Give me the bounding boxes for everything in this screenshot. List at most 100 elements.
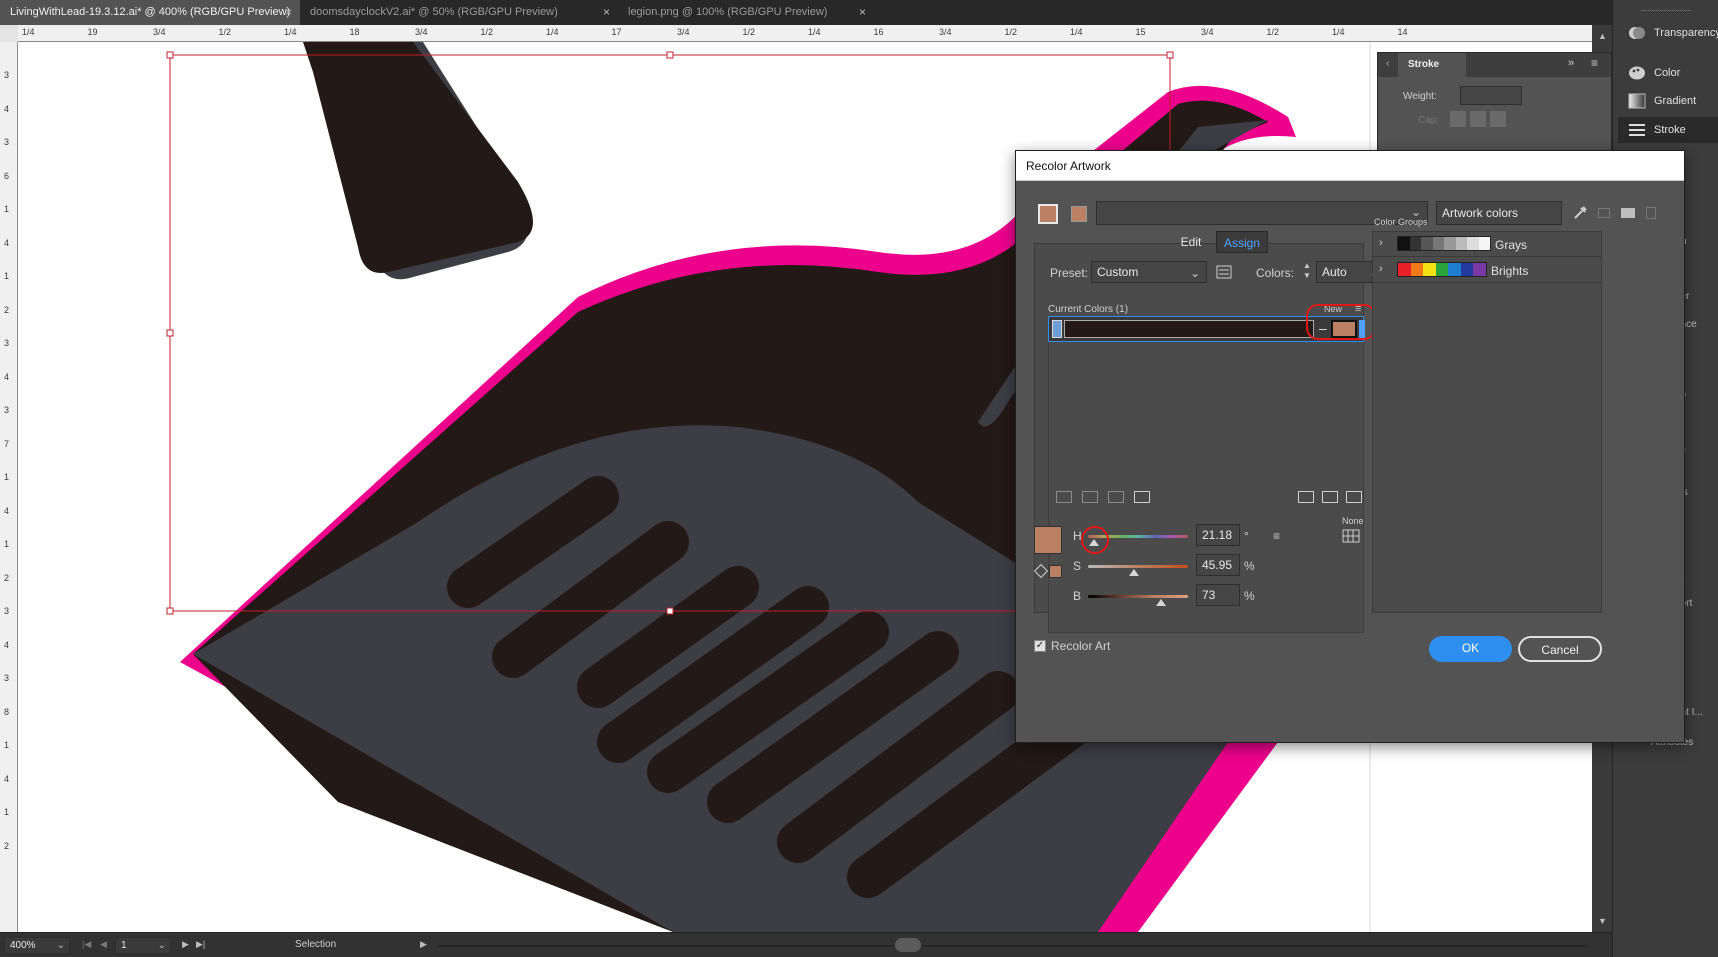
- last-artboard-icon[interactable]: ▶|: [196, 939, 205, 950]
- color-groups-panel: [1372, 231, 1602, 613]
- brightness-value-field[interactable]: 73: [1196, 584, 1240, 606]
- panel-menu-icon[interactable]: ≡: [1591, 56, 1598, 70]
- tab-stroke[interactable]: Stroke: [1398, 53, 1466, 77]
- scroll-up-icon[interactable]: ▲: [1598, 31, 1607, 41]
- artboard-number-field[interactable]: 1 ⌄: [115, 937, 171, 954]
- ok-button[interactable]: OK: [1429, 636, 1512, 662]
- round-cap-icon[interactable]: [1470, 111, 1486, 127]
- separate-colors-icon[interactable]: [1082, 491, 1098, 503]
- swatch[interactable]: [1435, 263, 1449, 276]
- swatch[interactable]: [1409, 237, 1421, 250]
- trash-icon[interactable]: [1646, 207, 1656, 219]
- color-group-row-brights[interactable]: › Brights: [1373, 259, 1601, 283]
- swatch[interactable]: [1398, 263, 1411, 276]
- horizontal-ruler[interactable]: 1/4 19 3/4 1/2 1/4 18 3/4 1/2 1/4 17 3/4 1/2 1/4 16 3/…: [18, 25, 1592, 42]
- horizontal-scroll-thumb[interactable]: [895, 938, 921, 952]
- tab-edit[interactable]: Edit: [1171, 231, 1211, 253]
- previous-artboard-icon[interactable]: ◀: [100, 939, 107, 950]
- saturation-slider-thumb[interactable]: [1129, 569, 1139, 576]
- save-group-icon[interactable]: [1598, 208, 1610, 218]
- dock-item-gradient[interactable]: Gradient: [1618, 88, 1718, 114]
- zoom-value: 400%: [10, 940, 36, 951]
- swatch[interactable]: [1421, 237, 1433, 250]
- find-color-icon[interactable]: [1346, 491, 1362, 503]
- next-artboard-icon[interactable]: ▶: [182, 939, 189, 950]
- brightness-slider-thumb[interactable]: [1156, 599, 1166, 606]
- artboard-number: 1: [121, 940, 127, 951]
- hue-value-field[interactable]: 21.18: [1196, 524, 1240, 546]
- ruler-tick-label: 1: [4, 740, 10, 750]
- merge-colors-icon[interactable]: [1056, 491, 1072, 503]
- swatch[interactable]: [1432, 237, 1444, 250]
- chevron-right-icon[interactable]: ›: [1379, 263, 1383, 275]
- none-label: None: [1342, 516, 1364, 526]
- group-name: Brights: [1491, 264, 1529, 278]
- tab-legion[interactable]: legion.png @ 100% (RGB/GPU Preview) ×: [618, 0, 874, 25]
- zoom-select[interactable]: 400% ⌄: [4, 937, 70, 954]
- brightness-slider[interactable]: [1088, 595, 1188, 598]
- ruler-tick-label: 18: [349, 27, 360, 37]
- color-group-row-grays[interactable]: › Grays: [1373, 233, 1601, 257]
- weight-field[interactable]: [1460, 86, 1522, 105]
- randomly-change-order-icon[interactable]: [1298, 491, 1314, 503]
- randomly-change-saturation-icon[interactable]: [1322, 491, 1338, 503]
- close-icon[interactable]: ×: [603, 0, 610, 25]
- panel-expand-icon[interactable]: »: [1568, 57, 1574, 69]
- recolor-art-checkbox[interactable]: ✓: [1034, 640, 1046, 652]
- cancel-button[interactable]: Cancel: [1518, 636, 1602, 662]
- new-row-icon[interactable]: [1134, 491, 1150, 503]
- ruler-tick-label: 4: [4, 773, 10, 784]
- hsb-options-icon[interactable]: ≡: [1273, 529, 1280, 543]
- butt-cap-icon[interactable]: [1450, 111, 1466, 127]
- current-color-swatch[interactable]: [1038, 204, 1058, 224]
- artwork-colors-field[interactable]: Artwork colors: [1436, 201, 1562, 225]
- dock-item-color[interactable]: Color: [1618, 60, 1718, 86]
- status-menu-icon[interactable]: ▶: [420, 939, 427, 950]
- chevron-right-icon[interactable]: ›: [1379, 237, 1383, 249]
- swatch[interactable]: [1467, 237, 1479, 250]
- first-artboard-icon[interactable]: |◀: [82, 939, 91, 950]
- scroll-down-icon[interactable]: ▼: [1598, 916, 1607, 926]
- horizontal-scrollbar[interactable]: [438, 945, 1588, 947]
- exclude-colors-icon[interactable]: [1108, 491, 1124, 503]
- ruler-tick-label: 3: [4, 338, 10, 348]
- saturation-slider[interactable]: [1088, 565, 1188, 568]
- swatch[interactable]: [1423, 263, 1436, 276]
- chevron-down-icon: ⌄: [56, 940, 65, 951]
- dock-item-stroke[interactable]: Stroke: [1618, 117, 1718, 143]
- saturation-value-field[interactable]: 45.95: [1196, 554, 1240, 576]
- out-of-gamut-swatch[interactable]: [1049, 565, 1062, 578]
- current-color-bar[interactable]: [1064, 320, 1314, 338]
- swatch[interactable]: [1410, 263, 1424, 276]
- colors-stepper-icon[interactable]: ▲ ▼: [1302, 261, 1312, 283]
- ruler-origin[interactable]: [0, 25, 18, 42]
- eyedropper-icon[interactable]: [1572, 205, 1588, 221]
- dock-grip[interactable]: [1641, 10, 1691, 12]
- projecting-cap-icon[interactable]: [1490, 111, 1506, 127]
- dock-item-transparency[interactable]: Transparency: [1618, 20, 1718, 46]
- new-color-swatch[interactable]: [1071, 206, 1087, 222]
- tab-livingwithlead[interactable]: LivingWithLead-19.3.12.ai* @ 400% (RGB/G…: [0, 0, 300, 25]
- ruler-tick-label: 4: [4, 103, 10, 114]
- color-grid-icon[interactable]: [1342, 529, 1360, 543]
- swatch[interactable]: [1444, 237, 1456, 250]
- tab-assign[interactable]: Assign: [1216, 231, 1268, 253]
- ruler-tick-label: 4: [4, 371, 10, 382]
- vertical-ruler[interactable]: 3 4 3 6 1 4 1 2 3 4 3 7 1 4 1 2 3 4 3 8 1 4 1 2: [0, 42, 18, 932]
- swatch[interactable]: [1455, 237, 1467, 250]
- ruler-tick-label: 1/2: [742, 27, 756, 37]
- ruler-tick-label: 3/4: [939, 27, 952, 37]
- tab-scroll-left-icon[interactable]: ‹: [1386, 58, 1389, 69]
- close-icon[interactable]: ×: [859, 0, 866, 25]
- swatch[interactable]: [1478, 237, 1490, 250]
- swatch[interactable]: [1460, 263, 1474, 276]
- row-select-handle[interactable]: [1052, 320, 1062, 338]
- tab-doomsdayclock[interactable]: doomsdayclockV2.ai* @ 50% (RGB/GPU Previ…: [300, 0, 618, 25]
- swatch[interactable]: [1473, 263, 1487, 276]
- swatch[interactable]: [1398, 237, 1410, 250]
- preset-select[interactable]: Custom ⌄: [1091, 261, 1207, 283]
- close-icon[interactable]: ×: [285, 0, 292, 25]
- swatch[interactable]: [1448, 263, 1461, 276]
- new-folder-icon[interactable]: [1621, 208, 1635, 218]
- color-reduction-options-icon[interactable]: [1216, 264, 1232, 280]
